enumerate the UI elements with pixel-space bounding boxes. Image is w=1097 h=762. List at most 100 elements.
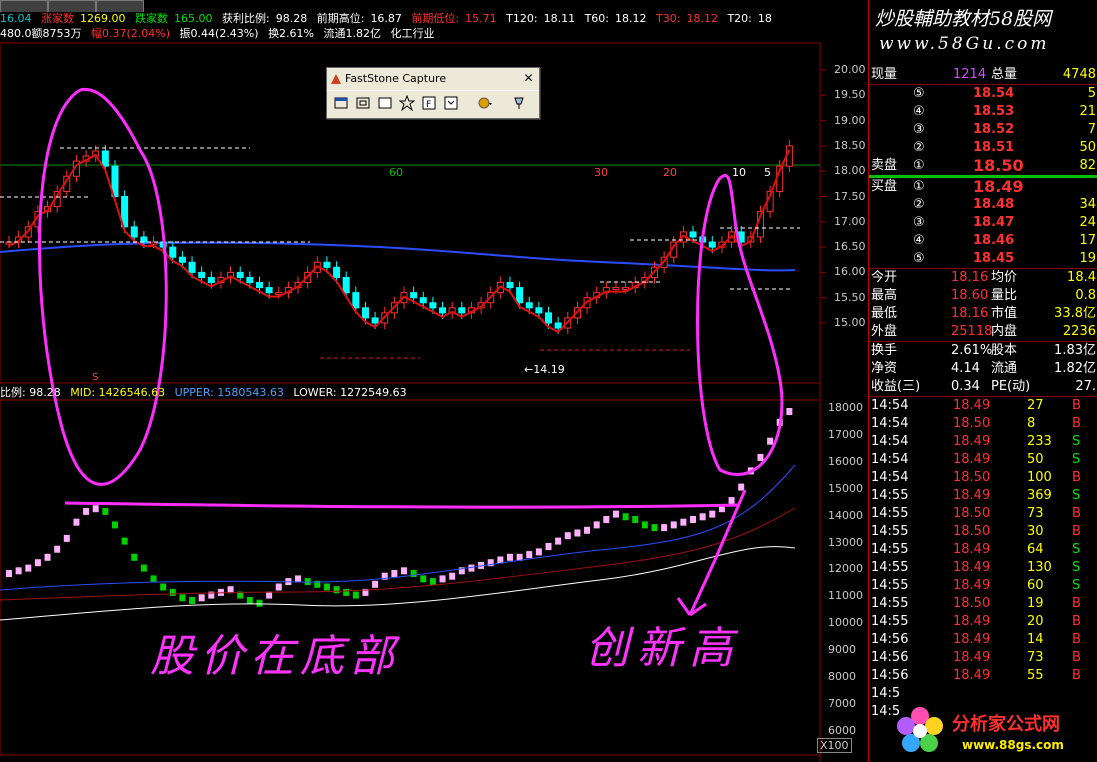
tick-volume: 60 [1027, 578, 1044, 593]
candle-body [275, 292, 283, 296]
faststone-window[interactable]: FastStone Capture ✕ F [326, 67, 540, 119]
site-logo-url: www.58Gu.com [879, 34, 1050, 54]
tick-row: 14:55 18.49 20 B [869, 613, 1097, 631]
stat-label: 最低 [871, 306, 898, 321]
tick-row: 14:56 18.49 73 B [869, 649, 1097, 667]
tick-row: 14:54 18.49 233 S [869, 433, 1097, 451]
sell-volume: 7 [1087, 122, 1096, 137]
indicator-dot [622, 513, 629, 521]
indicator-dot [140, 564, 147, 572]
tick-row: 14:54 18.50 8 B [869, 415, 1097, 433]
stat-value: 2.61% [951, 343, 993, 358]
tick-volume: 30 [1027, 524, 1044, 539]
level-icon: ④ [913, 233, 925, 248]
tick-side: B [1072, 524, 1081, 539]
candle-body [352, 292, 360, 309]
settings-icon[interactable] [477, 95, 493, 111]
sell-price: 18.50 [973, 156, 1024, 175]
candle-body [525, 302, 533, 309]
pin-icon[interactable] [511, 95, 527, 111]
candle-body [419, 297, 427, 304]
buy-price: 18.48 [973, 197, 1015, 212]
indicator-dot [333, 586, 340, 594]
indicator-dot [593, 521, 600, 529]
indicator-dot [670, 521, 677, 529]
candle-body [361, 307, 369, 319]
tick-time: 14:56 [871, 650, 909, 665]
candle-body [410, 292, 418, 299]
indicator-dot [535, 548, 542, 556]
tick-row: 14:55 18.49 64 S [869, 541, 1097, 559]
stat-value: 2236 [1062, 324, 1096, 339]
tick-time: 14:54 [871, 416, 909, 431]
indicator-dot [160, 583, 167, 591]
amplitude: 振0.44(2.43%) [179, 27, 259, 40]
indicator-dot [295, 575, 302, 583]
capture-fullscreen-icon[interactable]: F [421, 95, 437, 111]
capture-freehand-icon[interactable] [399, 95, 415, 111]
sell-price: 18.52 [973, 122, 1015, 137]
sell-volume: 50 [1079, 140, 1096, 155]
boll-upper: UPPER: 1580543.63 [174, 386, 284, 399]
tick-row: 14:54 18.49 50 S [869, 451, 1097, 469]
indicator-dot [150, 575, 157, 583]
stat-label: 外盘 [871, 324, 898, 339]
indicator-dot [83, 507, 90, 515]
buy-row: ② 18.48 34 [869, 196, 1097, 214]
close-button[interactable]: ✕ [521, 71, 536, 85]
stat-value: 1.82亿 [1054, 361, 1096, 376]
stat-label: PE(动) [991, 379, 1031, 394]
faststone-logo-icon [331, 74, 341, 84]
t120-label: T120: [506, 12, 538, 25]
annotation-new-high-text: 创新高 [585, 623, 741, 674]
tick-price: 18.50 [953, 416, 991, 431]
indicator-dot [323, 583, 330, 591]
left-value: 16.04 [0, 12, 32, 25]
tick-volume: 19 [1027, 596, 1044, 611]
tick-time: 14:55 [871, 578, 909, 593]
tick-volume: 64 [1027, 542, 1044, 557]
faststone-titlebar[interactable]: FastStone Capture ✕ [327, 68, 539, 90]
capture-window-icon[interactable] [333, 95, 349, 111]
tick-volume: 20 [1027, 614, 1044, 629]
faststone-toolbar: F [327, 90, 539, 117]
scale-badge[interactable]: X100 [817, 738, 852, 753]
tick-time: 14:54 [871, 434, 909, 449]
buy-label: 买盘 [871, 179, 898, 194]
sell-row: ④ 18.53 21 [869, 103, 1097, 121]
tick-price: 18.50 [953, 524, 991, 539]
buy-price: 18.47 [973, 215, 1015, 230]
tick-time: 14:55 [871, 560, 909, 575]
boll-mid: MID: 1426546.63 [70, 386, 166, 399]
level-icon: ③ [913, 215, 925, 230]
buy-row: ⑤ 18.45 19 [869, 250, 1097, 268]
stat-value: 0.8 [1075, 288, 1096, 303]
fall-count-label: 跌家数 [135, 12, 168, 25]
ma60-label: 60 [389, 166, 403, 179]
arrow-annotation [676, 489, 747, 617]
tick-side: B [1072, 416, 1081, 431]
candle-body [429, 302, 437, 309]
tick-volume: 233 [1027, 434, 1052, 449]
tick-time: 14:55 [871, 506, 909, 521]
profit-ratio-value: 98.28 [275, 12, 308, 25]
tick-price: 18.49 [953, 488, 991, 503]
tick-price: 18.49 [953, 542, 991, 557]
stat-row: 最高 18.60 量比 0.8 [869, 287, 1097, 305]
stat-row: 收益(三) 0.34 PE(动) 27. [869, 378, 1097, 396]
candle-body [169, 246, 177, 258]
capture-rect-icon[interactable] [377, 95, 393, 111]
candle-body [236, 271, 244, 278]
capture-object-icon[interactable] [355, 95, 371, 111]
indicator-dot [391, 570, 398, 577]
stat-value: 18.4 [1067, 270, 1096, 285]
candle-body [333, 266, 341, 278]
prev-high-value: 16.87 [370, 12, 402, 25]
stat-value: 18.60 [951, 288, 989, 303]
tick-time: 14:54 [871, 470, 909, 485]
volume-row: 现量 1214 总量 4748 [869, 66, 1097, 84]
level-line-annotation [64, 501, 741, 509]
candle-body [554, 322, 562, 329]
capture-scroll-icon[interactable] [443, 95, 459, 111]
bottom-logo: 分析家公式网 www.88gs.com [890, 700, 1097, 762]
